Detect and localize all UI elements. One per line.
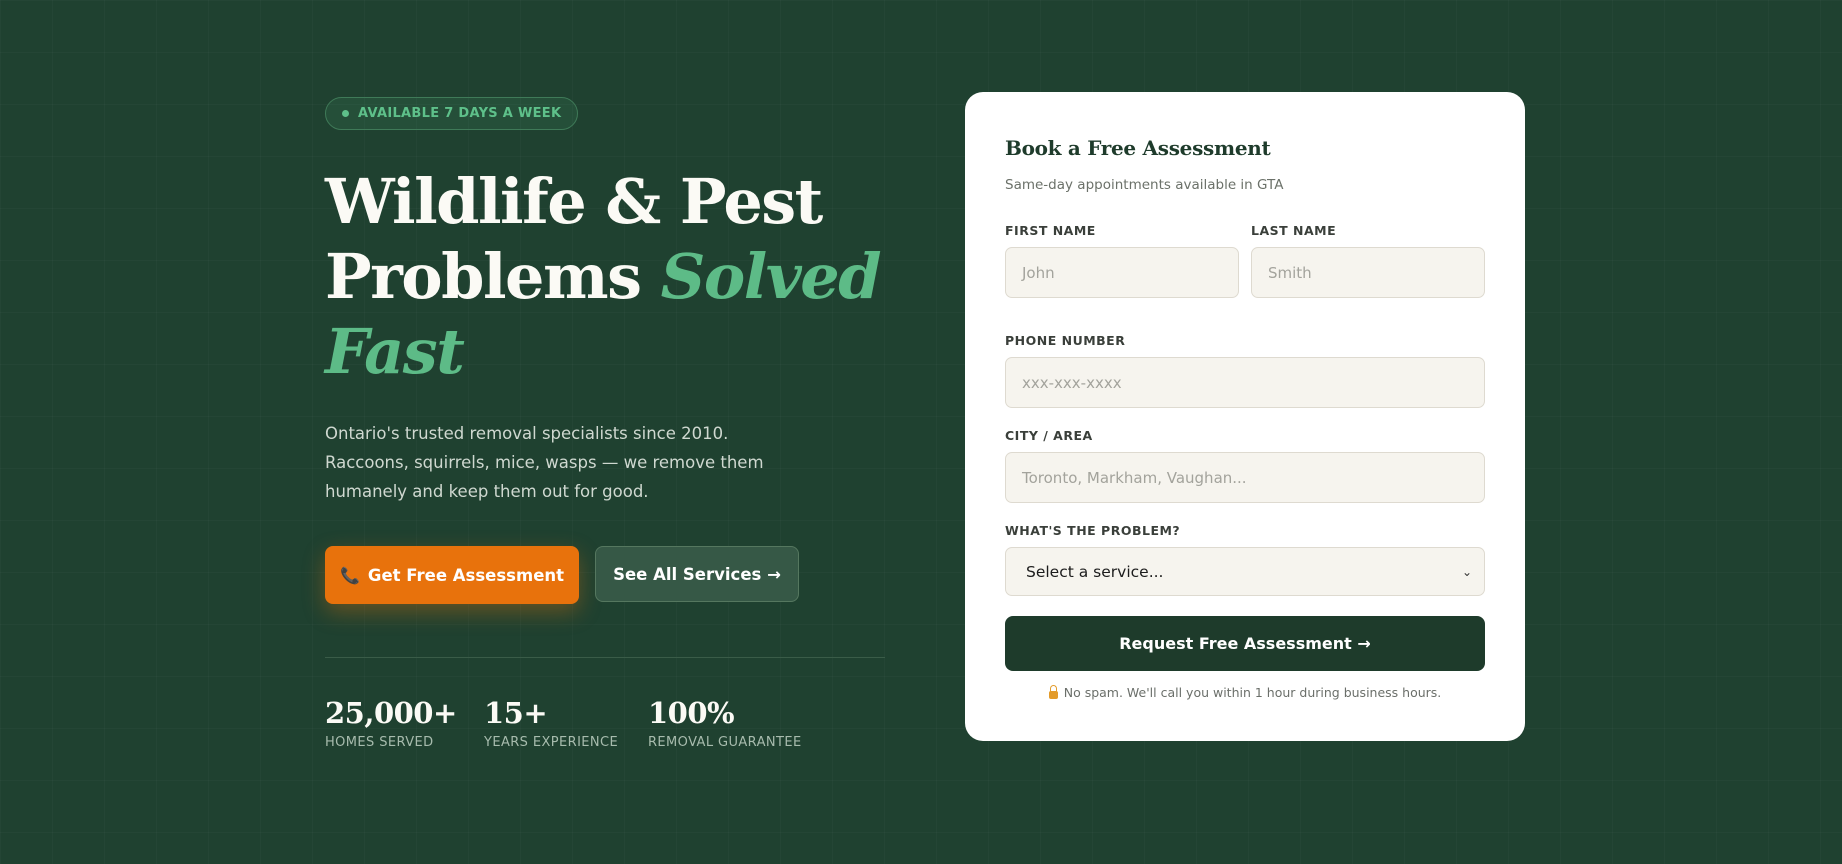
headline-accent-solved: Solved [660,240,882,313]
hero-cta-row: 📞 Get Free Assessment See All Services → [325,546,885,604]
hero-divider [325,657,885,658]
hero-description: Ontario's trusted removal specialists si… [325,424,764,501]
request-assessment-button[interactable]: Request Free Assessment → [1005,616,1485,671]
headline-accent-fast: Fast [325,315,465,388]
phone-input[interactable]: xxx-xxx-xxxx [1005,357,1485,408]
stat-value: 15+ [484,696,548,730]
status-dot-icon [342,110,349,117]
availability-badge: AVAILABLE 7 DAYS A WEEK [325,97,579,130]
lock-icon [1048,684,1058,699]
stat-years-experience: 15+ YEARS EXPERIENCE [484,698,648,750]
chevron-down-icon: ⌄ [1461,564,1472,579]
stat-value: 100% [648,696,735,730]
last-name-label: LAST NAME [1251,223,1337,238]
disclaimer-text: No spam. We'll call you within 1 hour du… [1063,685,1442,700]
disclaimer: No spam. We'll call you within 1 hour du… [1005,684,1485,700]
request-assessment-label: Request Free Assessment → [1119,634,1371,653]
first-name-label: FIRST NAME [1005,223,1096,238]
stat-removal-guarantee: 100% REMOVAL GUARANTEE [648,698,818,750]
service-select-value: Select a service... [1026,562,1164,581]
last-name-input[interactable]: Smith [1251,247,1485,298]
problem-group: WHAT'S THE PROBLEM? Select a service... … [1005,523,1485,596]
form-subtitle: Same-day appointments available in GTA [1005,177,1284,193]
stat-value: 25,000+ [325,696,457,730]
phone-label: PHONE NUMBER [1005,333,1126,348]
get-free-assessment-button[interactable]: 📞 Get Free Assessment [325,546,579,604]
city-label: CITY / AREA [1005,428,1093,443]
first-name-group: FIRST NAME John [1005,223,1239,298]
last-name-group: LAST NAME Smith [1251,223,1485,298]
phone-icon: 📞 [339,565,360,585]
stat-label: REMOVAL GUARANTEE [648,735,802,750]
assessment-form-card: Book a Free Assessment Same-day appointm… [965,92,1525,741]
see-all-services-button[interactable]: See All Services → [595,546,799,602]
name-fields-row: FIRST NAME John LAST NAME Smith [1005,223,1485,298]
city-group: CITY / AREA Toronto, Markham, Vaughan... [1005,428,1485,503]
service-select[interactable]: Select a service... ⌄ [1005,547,1485,596]
problem-label: WHAT'S THE PROBLEM? [1005,523,1181,538]
headline-line-2: Problems [325,240,642,313]
form-title: Book a Free Assessment [1005,136,1271,160]
city-input[interactable]: Toronto, Markham, Vaughan... [1005,452,1485,503]
headline-line-1: Wildlife & Pest [325,165,823,238]
stat-label: YEARS EXPERIENCE [484,735,619,750]
stat-homes-served: 25,000+ HOMES SERVED [325,698,484,750]
stats-row: 25,000+ HOMES SERVED 15+ YEARS EXPERIENC… [325,698,885,750]
hero-headline: Wildlife & Pest Problems Solved Fast [325,164,885,389]
see-all-services-label: See All Services → [613,564,781,584]
stat-label: HOMES SERVED [325,735,434,750]
get-free-assessment-label: Get Free Assessment [367,565,565,585]
first-name-input[interactable]: John [1005,247,1239,298]
availability-badge-label: AVAILABLE 7 DAYS A WEEK [358,106,562,121]
hero-section: AVAILABLE 7 DAYS A WEEK Wildlife & Pest … [325,97,885,750]
phone-group: PHONE NUMBER xxx-xxx-xxxx [1005,333,1485,408]
